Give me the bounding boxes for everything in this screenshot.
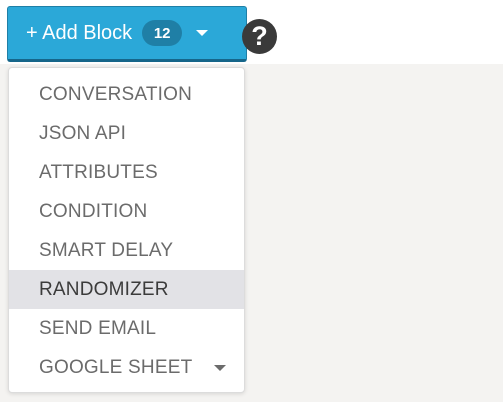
menu-item-label: CONVERSATION [39,83,193,105]
chevron-down-icon[interactable] [214,364,227,371]
menu-item-send-email[interactable]: SEND EMAIL [9,309,244,348]
menu-item-condition[interactable]: CONDITION [9,192,244,231]
menu-item-label: JSON API [39,122,127,144]
menu-item-label: CONDITION [39,200,148,222]
menu-item-randomizer[interactable]: RANDOMIZER [9,270,244,309]
add-block-dropdown: CONVERSATION JSON API ATTRIBUTES CONDITI… [8,67,245,393]
menu-item-attributes[interactable]: ATTRIBUTES [9,153,244,192]
menu-item-label: ATTRIBUTES [39,161,158,183]
page: + Add Block 12 ? CONVERSATION JSON API A… [0,0,503,402]
menu-item-google-sheet[interactable]: GOOGLE SHEET [9,348,244,387]
menu-item-smart-delay[interactable]: SMART DELAY [9,231,244,270]
help-icon[interactable]: ? [242,19,277,54]
menu-item-label: SMART DELAY [39,239,174,261]
menu-item-label: SEND EMAIL [39,317,157,339]
chevron-down-icon [196,30,209,36]
block-count-badge: 12 [142,20,183,46]
add-block-label: + Add Block [26,21,133,44]
add-block-button[interactable]: + Add Block 12 [7,6,247,62]
menu-item-json-api[interactable]: JSON API [9,114,244,153]
menu-item-label: GOOGLE SHEET [39,356,193,378]
menu-item-label: RANDOMIZER [39,278,169,300]
menu-item-conversation[interactable]: CONVERSATION [9,75,244,114]
